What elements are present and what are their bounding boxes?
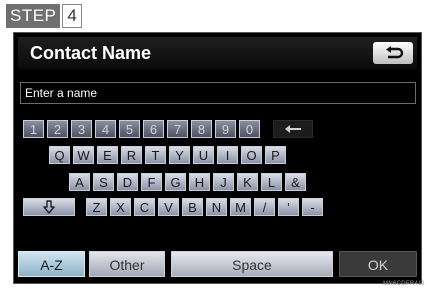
key-a[interactable]: A [69,173,90,191]
return-arrow-icon [386,46,404,59]
step-indicator: STEP 4 [6,4,82,28]
key-g[interactable]: G [165,173,186,191]
shift-arrow-icon [43,200,55,214]
key-f[interactable]: F [141,173,162,191]
step-label: STEP [6,4,61,28]
title-bar: Contact Name [18,37,417,69]
key-z[interactable]: Z [86,198,107,216]
screen-title: Contact Name [30,43,152,63]
key-x[interactable]: X [110,198,131,216]
key-m[interactable]: M [230,198,251,216]
back-button[interactable] [373,42,413,64]
key-0[interactable]: 0 [239,120,260,138]
space-button[interactable]: Space [171,251,333,277]
key-b[interactable]: B [182,198,203,216]
key-6[interactable]: 6 [143,120,164,138]
key-p[interactable]: P [265,146,286,164]
key-y[interactable]: Y [169,146,190,164]
key-e[interactable]: E [97,146,118,164]
watermark: MN6CDFR411 [383,281,425,287]
key-i[interactable]: I [217,146,238,164]
key-l[interactable]: L [261,173,282,191]
key-r[interactable]: R [121,146,142,164]
left-arrow-icon [285,125,301,133]
key-3[interactable]: 3 [71,120,92,138]
backspace-key[interactable] [273,120,313,138]
key-d[interactable]: D [117,173,138,191]
key-o[interactable]: O [241,146,262,164]
key-slash[interactable]: / [254,198,275,216]
key-u[interactable]: U [193,146,214,164]
key-apostrophe[interactable]: ' [278,198,299,216]
key-w[interactable]: W [73,146,94,164]
key-n[interactable]: N [206,198,227,216]
key-k[interactable]: K [237,173,258,191]
key-ampersand[interactable]: & [285,173,306,191]
key-8[interactable]: 8 [191,120,212,138]
key-1[interactable]: 1 [23,120,44,138]
key-hyphen[interactable]: - [302,198,323,216]
a-z-button[interactable]: A-Z [18,251,85,277]
key-t[interactable]: T [145,146,166,164]
key-2[interactable]: 2 [47,120,68,138]
key-7[interactable]: 7 [167,120,188,138]
name-input-placeholder: Enter a name [25,86,98,100]
key-4[interactable]: 4 [95,120,116,138]
ok-button[interactable]: OK [339,251,417,277]
key-5[interactable]: 5 [119,120,140,138]
name-input[interactable]: Enter a name [20,82,416,104]
key-j[interactable]: J [213,173,234,191]
key-q[interactable]: Q [49,146,70,164]
key-c[interactable]: C [134,198,155,216]
key-h[interactable]: H [189,173,210,191]
key-9[interactable]: 9 [215,120,236,138]
key-s[interactable]: S [93,173,114,191]
key-v[interactable]: V [158,198,179,216]
step-number: 4 [62,4,82,28]
shift-key[interactable] [23,198,75,216]
display-screen: Contact Name Enter a name 1 2 3 4 5 6 7 … [13,32,422,284]
other-button[interactable]: Other [89,251,165,277]
